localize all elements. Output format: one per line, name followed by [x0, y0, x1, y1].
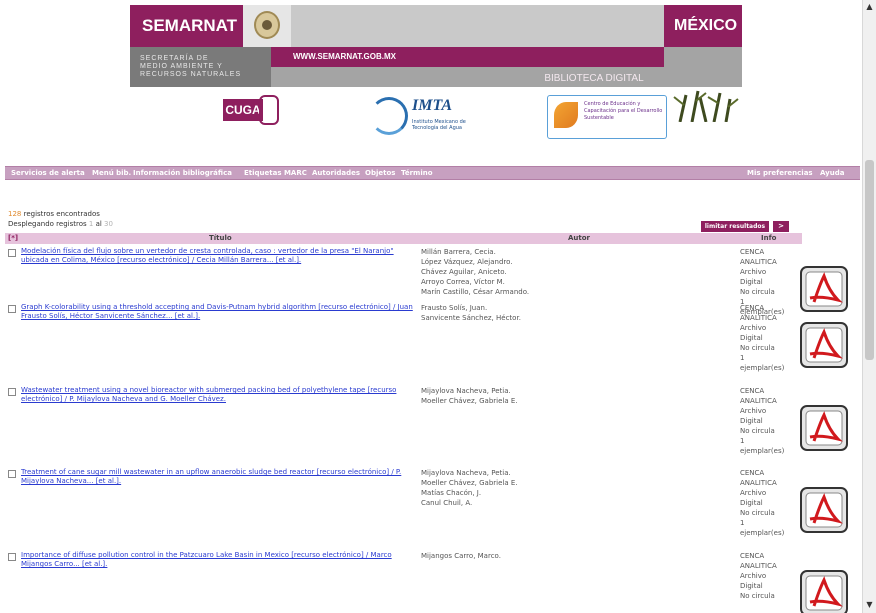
scrollbar-thumb[interactable] — [865, 160, 874, 360]
menu-item-etiquetas-marc[interactable]: Etiquetas MARC — [244, 167, 307, 179]
national-seal-icon — [243, 5, 291, 47]
semarnat-logo[interactable]: SEMARNAT — [130, 5, 243, 47]
menu-item-mis-preferencias[interactable]: Mis preferencias — [747, 167, 813, 179]
range-start: 1 — [88, 220, 94, 228]
table-header: [*] Título Autor Info — [5, 233, 802, 244]
secretaria-line: SECRETARÍA DE — [140, 55, 209, 62]
record-info: CENCA ANALITICA Archivo Digital No circu… — [740, 304, 785, 372]
column-header-title[interactable]: Título — [209, 233, 232, 244]
record-title-link[interactable]: Treatment of cane sugar mill wastewater … — [21, 468, 413, 486]
row-checkbox[interactable] — [8, 388, 16, 396]
pdf-icon[interactable] — [798, 568, 850, 613]
record-authors: Frausto Solís, Juan. Sanvicente Sánchez,… — [421, 304, 521, 322]
record-title-link[interactable]: Wastewater treatment using a novel biore… — [21, 386, 413, 404]
imta-subtitle: Instituto Mexicano de Tecnología del Agu… — [412, 119, 466, 131]
row-checkbox[interactable] — [8, 553, 16, 561]
menu-item-menu-bib[interactable]: Menú bib. — [92, 167, 131, 179]
row-checkbox[interactable] — [8, 249, 16, 257]
table-row: Importance of diffuse pollution control … — [5, 550, 855, 613]
record-title-link[interactable]: Importance of diffuse pollution control … — [21, 551, 413, 569]
next-page-button[interactable]: > — [773, 221, 789, 232]
plants-decoration-icon — [673, 90, 739, 122]
partner-logos: CUGA IMTA Instituto Mexicano de Tecnolog… — [130, 87, 742, 150]
pdf-icon[interactable] — [798, 485, 850, 535]
record-authors: Mijangos Carro, Marco. — [421, 552, 501, 560]
results-showing-label: Desplegando registros — [8, 220, 87, 228]
vertical-scrollbar[interactable]: ▲ ▼ — [862, 0, 876, 613]
cuga-logo-text: CUGA — [223, 99, 263, 121]
imta-logo[interactable]: IMTA Instituto Mexicano de Tecnología de… — [370, 95, 490, 141]
record-authors: Millán Barrera, Cecia. López Vázquez, Al… — [421, 248, 530, 296]
menu-item-termino[interactable]: Término — [401, 167, 433, 179]
column-header-info[interactable]: Info — [761, 233, 776, 244]
biblioteca-digital-title: BIBLIOTECA DIGITAL — [544, 73, 644, 84]
website-link[interactable]: WWW.SEMARNAT.GOB.MX — [271, 47, 664, 67]
row-checkbox[interactable] — [8, 470, 16, 478]
menu-item-informacion-bibliografica[interactable]: Información bibliográfica — [133, 167, 232, 179]
secretaria-line: RECURSOS NATURALES — [140, 71, 242, 78]
leaf-icon — [554, 102, 578, 128]
record-info: CENCA ANALITICA Archivo Digital No circu… — [740, 552, 777, 600]
column-header-author[interactable]: Autor — [568, 233, 590, 244]
cecadesu-logo[interactable]: Centro de Educación y Capacitación para … — [547, 95, 667, 139]
table-row: Wastewater treatment using a novel biore… — [5, 385, 855, 470]
range-end: 30 — [104, 220, 113, 228]
results-range: Desplegando registros 1 al 30 — [8, 220, 113, 228]
banner-spacer — [291, 5, 664, 47]
sort-icon[interactable]: [*] — [8, 233, 18, 244]
limit-results-button[interactable]: limitar resultados — [701, 221, 769, 232]
menu-item-ayuda[interactable]: Ayuda — [820, 167, 844, 179]
record-authors: Mijaylova Nacheva, Petia. Moeller Chávez… — [421, 469, 518, 507]
menu-item-objetos[interactable]: Objetos — [365, 167, 395, 179]
results-count-number: 128 — [8, 210, 22, 218]
page: SEMARNAT MÉXICO SECRETARÍA DE MEDIO AMBI… — [0, 0, 862, 613]
scroll-up-arrow-icon[interactable]: ▲ — [864, 2, 875, 12]
imta-swirl-icon — [370, 97, 408, 135]
cecadesu-text: Centro de Educación y Capacitación para … — [584, 101, 663, 121]
cuga-logo[interactable]: CUGA — [223, 95, 279, 141]
secretaria-line: MEDIO AMBIENTE Y — [140, 63, 223, 70]
header-banner: SEMARNAT MÉXICO SECRETARÍA DE MEDIO AMBI… — [130, 5, 742, 150]
scroll-down-arrow-icon[interactable]: ▼ — [864, 600, 875, 610]
record-title-link[interactable]: Modelación física del flujo sobre un ver… — [21, 247, 413, 265]
record-authors: Mijaylova Nacheva, Petia. Moeller Chávez… — [421, 387, 518, 405]
table-row: Graph K-colorability using a threshold a… — [5, 302, 855, 387]
record-title-link[interactable]: Graph K-colorability using a threshold a… — [21, 303, 413, 321]
cuga-mark-icon — [259, 95, 279, 125]
record-info: CENCA ANALITICA Archivo Digital No circu… — [740, 387, 785, 455]
menu-item-servicios-alerta[interactable]: Servicios de alerta — [11, 167, 85, 179]
pdf-icon[interactable] — [798, 403, 850, 453]
menu-item-autoridades[interactable]: Autoridades — [312, 167, 360, 179]
table-row: Treatment of cane sugar mill wastewater … — [5, 467, 855, 552]
main-menu: Servicios de alerta Menú bib. Informació… — [5, 166, 860, 180]
pdf-icon[interactable] — [798, 320, 850, 370]
mexico-logo[interactable]: MÉXICO — [664, 5, 742, 47]
row-checkbox[interactable] — [8, 305, 16, 313]
range-of-label: al — [95, 220, 102, 228]
results-found-label: registros encontrados — [23, 210, 100, 218]
results-count: 128 registros encontrados — [8, 210, 100, 218]
banner-spacer — [664, 47, 742, 87]
imta-logo-text: IMTA — [412, 97, 453, 114]
secretaria-text: SECRETARÍA DE MEDIO AMBIENTE Y RECURSOS … — [130, 47, 271, 87]
record-info: CENCA ANALITICA Archivo Digital No circu… — [740, 469, 785, 537]
